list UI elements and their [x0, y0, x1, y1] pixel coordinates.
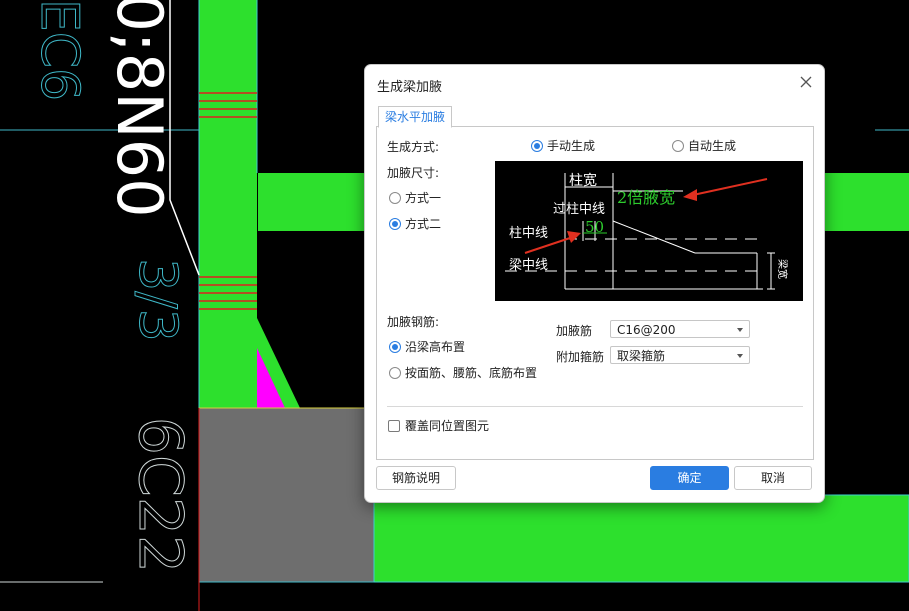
- tab-panel: 生成方式: 手动生成 自动生成 加腋尺寸: 方式一 方式二 柱宽 2倍腋宽 过柱…: [376, 126, 814, 460]
- haunch-diagram: 柱宽 2倍腋宽 过柱中线 50 柱中线 梁中线 梁宽: [495, 161, 803, 301]
- checkbox-icon: [388, 419, 400, 432]
- gen-mode-label: 生成方式:: [387, 140, 440, 154]
- radio-unchecked-icon: [389, 191, 401, 204]
- size-opt1-radio[interactable]: 方式一: [389, 189, 441, 206]
- size-opt2-label: 方式二: [405, 217, 442, 231]
- diagram-value-50: 50: [585, 218, 604, 236]
- override-checkbox[interactable]: 覆盖同位置图元: [388, 417, 489, 434]
- chevron-down-icon: [737, 354, 743, 358]
- rebar-opt2-radio[interactable]: 按面筋、腰筋、底筋布置: [389, 364, 537, 381]
- beam-bottom: [373, 494, 909, 583]
- gen-auto-radio[interactable]: 自动生成: [672, 137, 736, 154]
- haunch-bar-label: 加腋筋: [556, 324, 593, 338]
- rebar-opt1-radio[interactable]: 沿梁高布置: [389, 338, 465, 355]
- beam-vertical: [199, 0, 257, 408]
- diagram-double-width: 2倍腋宽: [617, 188, 675, 207]
- radio-checked-icon: [531, 139, 543, 152]
- radio-unchecked-icon: [389, 366, 401, 379]
- haunch-bar-select[interactable]: C16@200: [610, 320, 750, 338]
- cad-text-2: 0;8N60: [103, 0, 176, 218]
- column: [198, 407, 375, 583]
- diagram-col-center: 柱中线: [509, 226, 548, 241]
- haunch-bar-value: C16@200: [617, 323, 676, 337]
- cad-text-4: 6C22: [125, 417, 195, 573]
- radio-unchecked-icon: [672, 139, 684, 152]
- chevron-down-icon: [737, 328, 743, 332]
- gen-auto-label: 自动生成: [688, 139, 737, 153]
- red-arrow-1: [683, 178, 768, 201]
- rebar-opt1-label: 沿梁高布置: [405, 340, 466, 354]
- override-label: 覆盖同位置图元: [405, 419, 490, 433]
- size-opt1-label: 方式一: [405, 191, 442, 205]
- stirrup-value: 取梁箍筋: [617, 349, 666, 363]
- rebar-label: 加腋钢筋:: [387, 315, 440, 329]
- cad-text-1: EC6: [29, 0, 89, 101]
- stirrup-label: 附加箍筋: [556, 350, 605, 364]
- size-label: 加腋尺寸:: [387, 166, 440, 180]
- divider: [387, 406, 803, 407]
- cad-text-3: 3/3: [127, 258, 187, 342]
- radio-checked-icon: [389, 217, 401, 230]
- close-icon[interactable]: [798, 74, 814, 90]
- radio-checked-icon: [389, 340, 401, 353]
- diagram-past-center: 过柱中线: [553, 202, 605, 217]
- cancel-button[interactable]: 取消: [734, 466, 812, 490]
- dialog-title: 生成梁加腋: [377, 80, 443, 95]
- rebar-info-button[interactable]: 钢筋说明: [376, 466, 456, 490]
- tab-horizontal-haunch[interactable]: 梁水平加腋: [378, 106, 453, 128]
- ok-button[interactable]: 确定: [650, 466, 729, 490]
- stirrup-select[interactable]: 取梁箍筋: [610, 346, 750, 364]
- gen-manual-label: 手动生成: [547, 139, 596, 153]
- haunch-dialog: 生成梁加腋 梁水平加腋 生成方式: 手动生成 自动生成 加腋尺寸: 方式一 方式…: [364, 64, 825, 503]
- diagram-beam-center: 梁中线: [509, 258, 548, 273]
- gen-manual-radio[interactable]: 手动生成: [531, 137, 595, 154]
- rebar-opt2-label: 按面筋、腰筋、底筋布置: [405, 366, 538, 380]
- diagram-col-width: 柱宽: [569, 172, 597, 189]
- diagram-beam-width: 梁宽: [776, 259, 789, 279]
- size-opt2-radio[interactable]: 方式二: [389, 215, 441, 232]
